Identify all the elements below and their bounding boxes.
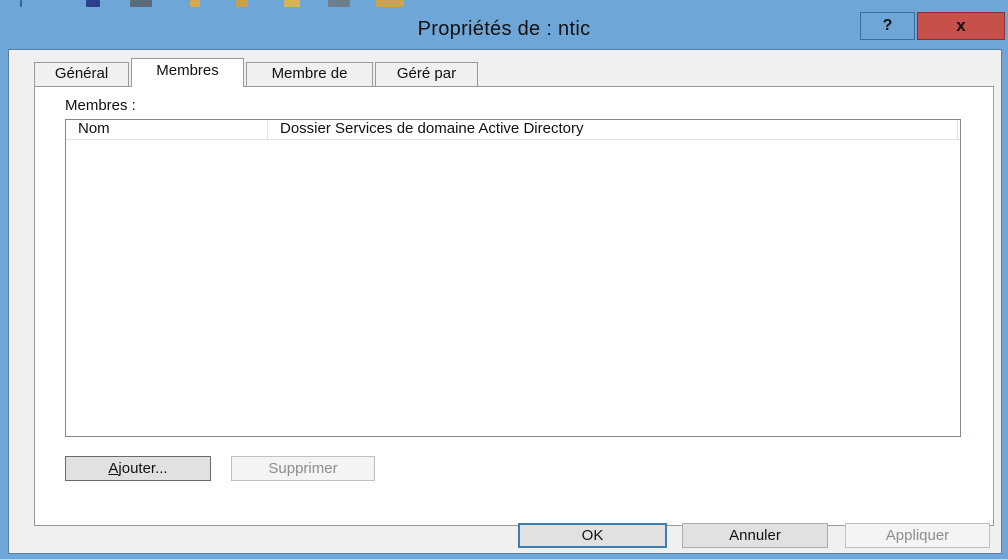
tab-general[interactable]: Général [34, 62, 129, 86]
members-list[interactable]: Nom Dossier Services de domaine Active D… [65, 119, 961, 437]
members-list-header: Nom Dossier Services de domaine Active D… [66, 120, 960, 140]
add-button-label: jouter... [118, 460, 168, 477]
ok-button[interactable]: OK [518, 523, 667, 548]
members-section-label: Membres : [65, 97, 136, 114]
help-button[interactable]: ? [860, 12, 915, 40]
close-button[interactable]: x [917, 12, 1005, 40]
add-button-hotkey: A [108, 460, 119, 477]
tab-gere-par[interactable]: Géré par [375, 62, 478, 86]
tab-membres[interactable]: Membres [131, 58, 244, 87]
properties-dialog: Propriétés de : ntic ? x Général Membres… [0, 0, 1008, 559]
dialog-client-area: Général Membres Membre de Géré par Membr… [8, 49, 1002, 554]
apply-button[interactable]: Appliquer [845, 523, 990, 548]
column-header-dossier[interactable]: Dossier Services de domaine Active Direc… [268, 120, 958, 139]
add-button[interactable]: Ajouter... [65, 456, 211, 481]
column-header-nom[interactable]: Nom [66, 120, 268, 139]
title-bar: Propriétés de : ntic ? x [0, 12, 1008, 49]
tab-membre-de[interactable]: Membre de [246, 62, 373, 86]
background-taskbar-strip [0, 0, 480, 12]
remove-button[interactable]: Supprimer [231, 456, 375, 481]
window-title: Propriétés de : ntic [417, 18, 591, 40]
cancel-button[interactable]: Annuler [682, 523, 828, 548]
membres-tab-panel: Membres : Nom Dossier Services de domain… [34, 86, 994, 526]
